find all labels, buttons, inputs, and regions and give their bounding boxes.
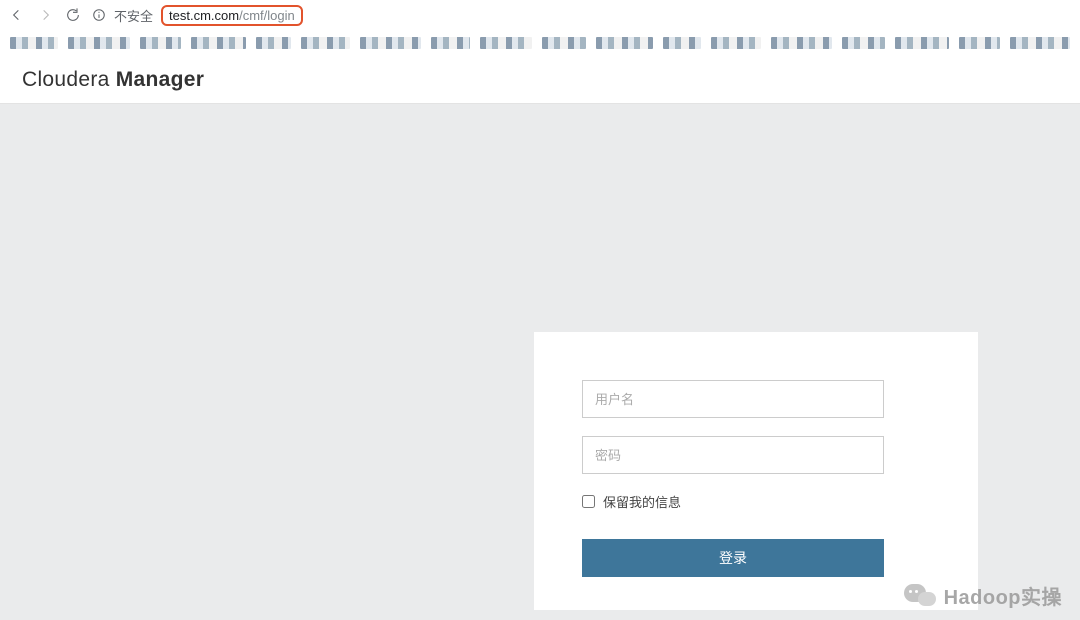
- bookmark-item[interactable]: [68, 37, 130, 49]
- bookmark-item[interactable]: [711, 37, 761, 49]
- login-button[interactable]: 登录: [582, 539, 884, 577]
- brand-prefix: Cloudera: [22, 68, 116, 91]
- password-input[interactable]: [582, 436, 884, 474]
- reload-button[interactable]: [64, 6, 82, 24]
- bookmark-item[interactable]: [256, 37, 290, 49]
- bookmark-item[interactable]: [771, 37, 833, 49]
- bookmark-item[interactable]: [360, 37, 420, 49]
- page-canvas: 保留我的信息 登录 Hadoop实操: [0, 104, 1080, 620]
- brand-strong: Manager: [116, 68, 204, 91]
- address-bar[interactable]: 不安全 test.cm.com/cmf/login: [92, 5, 1072, 26]
- watermark-text: Hadoop实操: [944, 581, 1062, 610]
- username-input[interactable]: [582, 380, 884, 418]
- remember-checkbox[interactable]: [582, 495, 595, 508]
- wechat-icon: [904, 582, 938, 610]
- back-button[interactable]: [8, 6, 26, 24]
- bookmark-item[interactable]: [959, 37, 1000, 49]
- bookmark-item[interactable]: [542, 37, 587, 49]
- arrow-left-icon: [9, 7, 25, 23]
- url-host: test.cm.com: [169, 8, 239, 23]
- browser-toolbar: 不安全 test.cm.com/cmf/login: [0, 0, 1080, 30]
- bookmark-item[interactable]: [842, 37, 885, 49]
- arrow-right-icon: [37, 7, 53, 23]
- bookmark-item[interactable]: [140, 37, 181, 49]
- app-header: Cloudera Manager: [0, 56, 1080, 104]
- bookmark-item[interactable]: [596, 37, 653, 49]
- reload-icon: [65, 7, 81, 23]
- remember-label: 保留我的信息: [603, 492, 681, 511]
- bookmark-item[interactable]: [431, 37, 471, 49]
- bookmark-item[interactable]: [10, 37, 58, 49]
- bookmark-item[interactable]: [895, 37, 948, 49]
- bookmark-item[interactable]: [191, 37, 246, 49]
- bookmarks-bar: [0, 30, 1080, 56]
- watermark: Hadoop实操: [904, 581, 1062, 610]
- insecure-label: 不安全: [114, 6, 153, 25]
- bookmark-item[interactable]: [663, 37, 701, 49]
- bookmark-item[interactable]: [480, 37, 532, 49]
- info-icon: [92, 8, 106, 22]
- bookmark-item[interactable]: [1010, 37, 1070, 49]
- login-card: 保留我的信息 登录: [534, 332, 978, 610]
- url-highlight: test.cm.com/cmf/login: [161, 5, 303, 26]
- bookmark-item[interactable]: [301, 37, 351, 49]
- forward-button[interactable]: [36, 6, 54, 24]
- brand-title: Cloudera Manager: [22, 68, 204, 92]
- remember-row[interactable]: 保留我的信息: [582, 492, 930, 511]
- url-path: /cmf/login: [239, 8, 295, 23]
